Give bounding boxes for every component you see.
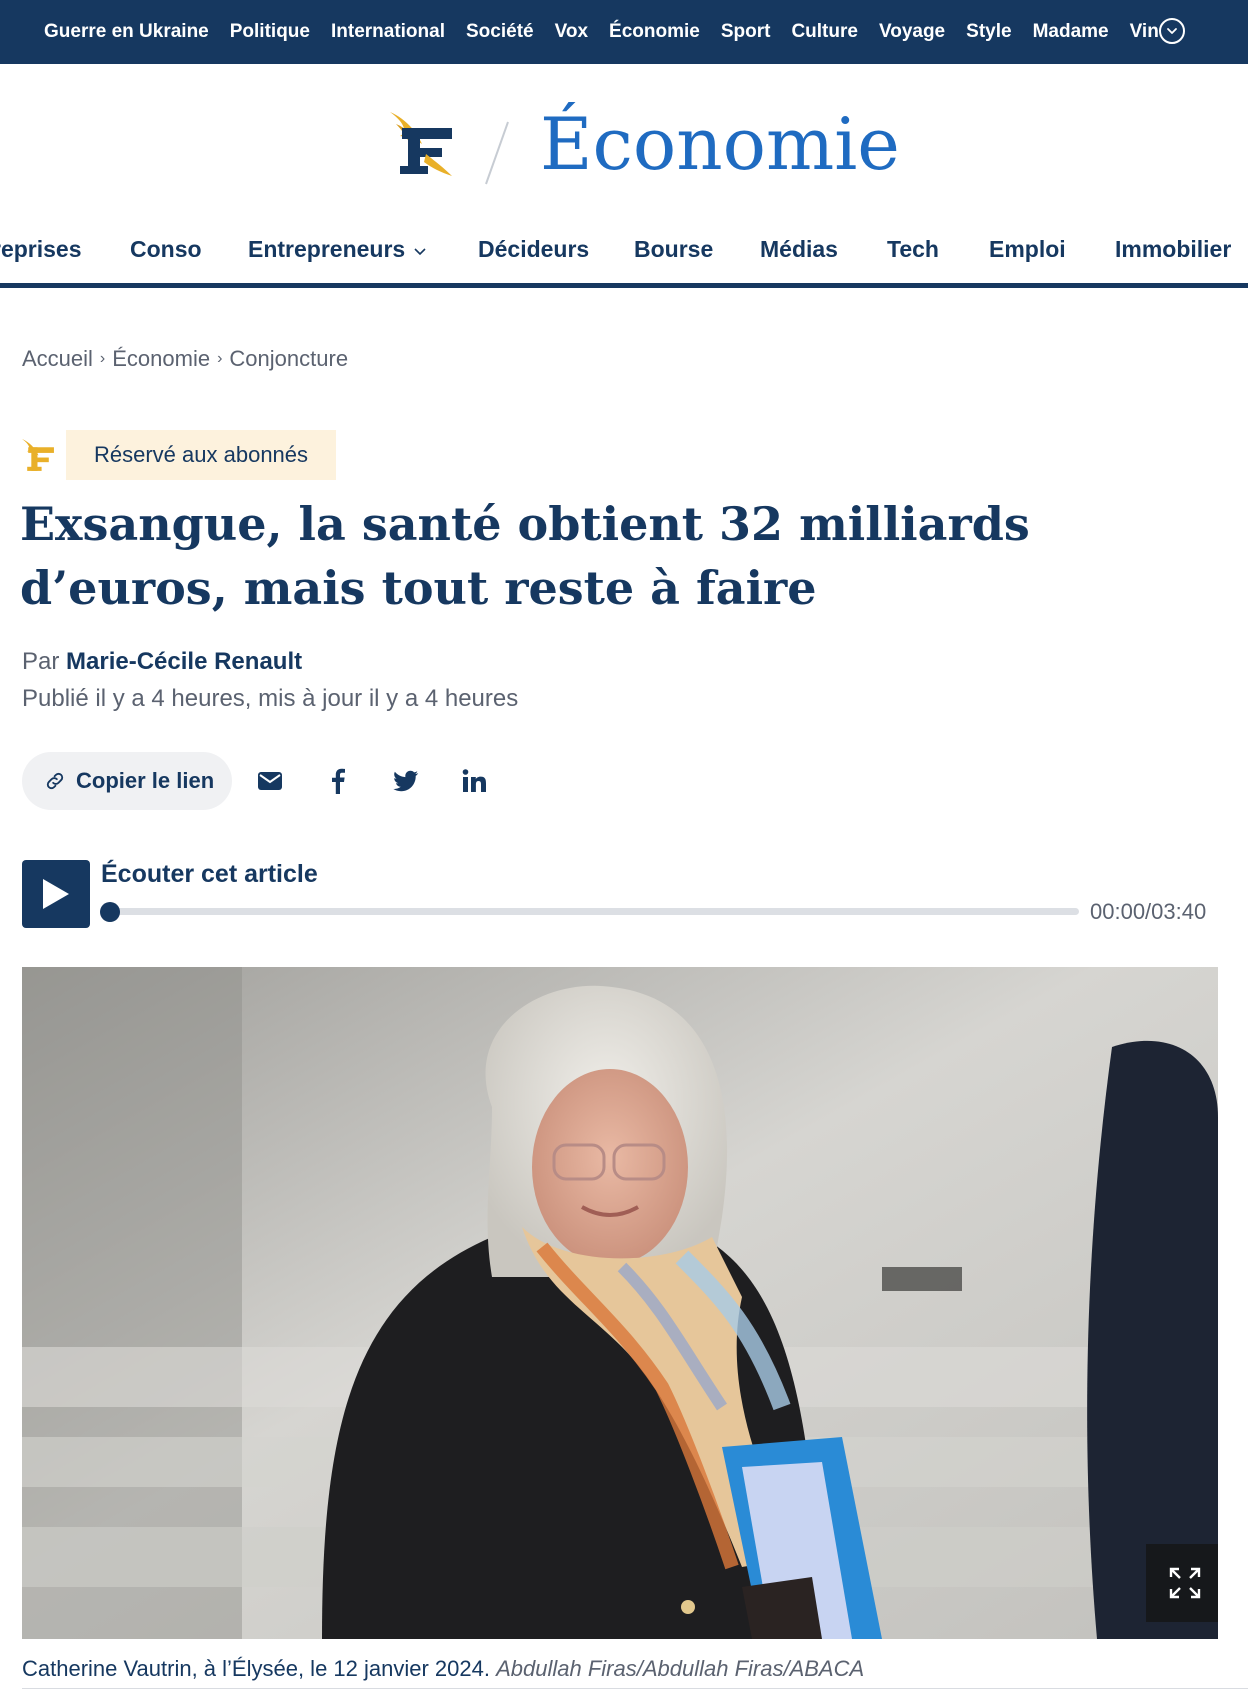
breadcrumb: Accueil › Économie › Conjoncture bbox=[22, 346, 348, 372]
subnav-item-entrepreneurs[interactable]: Entrepreneurs bbox=[248, 236, 427, 263]
topnav-item-style[interactable]: Style bbox=[966, 21, 1011, 43]
audio-progress-handle[interactable] bbox=[100, 902, 120, 922]
topnav-item-politique[interactable]: Politique bbox=[230, 21, 310, 43]
photo-catherine-vautrin bbox=[22, 967, 1218, 1639]
copy-link-label: Copier le lien bbox=[76, 768, 215, 793]
topnav-item-guerre-en-ukraine[interactable]: Guerre en Ukraine bbox=[44, 21, 209, 43]
author-link[interactable]: Marie-Cécile Renault bbox=[66, 648, 302, 675]
subnav-item-decideurs[interactable]: Décideurs bbox=[478, 236, 589, 263]
topnav-item-economie[interactable]: Économie bbox=[609, 21, 700, 43]
subnav-item-entreprises[interactable]: reprises bbox=[0, 236, 82, 263]
chevron-right-icon: › bbox=[99, 350, 106, 367]
byline-prefix: Par bbox=[22, 648, 60, 675]
chevron-down-icon bbox=[414, 248, 426, 256]
subnav-item-tech[interactable]: Tech bbox=[887, 236, 939, 263]
audio-progress-track[interactable] bbox=[101, 908, 1079, 915]
breadcrumb-accueil[interactable]: Accueil bbox=[22, 346, 93, 372]
photo-caption: Catherine Vautrin, à l’Élysée, le 12 jan… bbox=[22, 1656, 864, 1682]
chevron-down-circle-icon[interactable] bbox=[1159, 18, 1185, 44]
top-navigation-items: Guerre en Ukraine Politique Internationa… bbox=[44, 0, 1180, 64]
topnav-item-madame[interactable]: Madame bbox=[1033, 21, 1109, 43]
top-navigation-bar: Guerre en Ukraine Politique Internationa… bbox=[0, 0, 1248, 64]
chevron-right-icon: › bbox=[217, 350, 223, 367]
subnav-item-immobilier[interactable]: Immobilier bbox=[1115, 236, 1231, 263]
twitter-icon[interactable] bbox=[391, 766, 421, 796]
subnav-item-emploi[interactable]: Emploi bbox=[989, 236, 1066, 263]
article-title: Exsangue, la santé obtient 32 milliards … bbox=[20, 497, 1030, 615]
article-photo[interactable] bbox=[22, 967, 1218, 1639]
play-button[interactable] bbox=[22, 860, 90, 928]
byline: Par Marie-Cécile Renault bbox=[22, 648, 302, 676]
linkedin-icon[interactable] bbox=[459, 766, 489, 796]
le-figaro-small-logo bbox=[22, 439, 54, 471]
expand-icon[interactable] bbox=[1146, 1544, 1218, 1622]
section-title[interactable]: Économie bbox=[540, 108, 900, 180]
listen-article-label: Écouter cet article bbox=[101, 860, 318, 888]
le-figaro-logo[interactable] bbox=[386, 110, 456, 180]
topnav-item-vox[interactable]: Vox bbox=[555, 21, 588, 43]
photo-credit: Abdullah Firas/Abdullah Firas/ABACA bbox=[496, 1656, 865, 1681]
subnav-item-bourse[interactable]: Bourse bbox=[634, 236, 713, 263]
topnav-item-vin[interactable]: Vin bbox=[1130, 21, 1159, 43]
photo-caption-text: Catherine Vautrin, à l’Élysée, le 12 jan… bbox=[22, 1656, 490, 1681]
subnav-item-entrepreneurs-label: Entrepreneurs bbox=[248, 236, 406, 262]
copy-link-button[interactable]: Copier le lien bbox=[22, 752, 232, 810]
topnav-item-international[interactable]: International bbox=[331, 21, 445, 43]
publication-date: Publié il y a 4 heures, mis à jour il y … bbox=[22, 685, 519, 712]
breadcrumb-conjoncture[interactable]: Conjoncture bbox=[229, 346, 348, 372]
section-header: Économie bbox=[0, 64, 1248, 242]
audio-time: 00:00/03:40 bbox=[1090, 899, 1207, 924]
subnav-item-medias[interactable]: Médias bbox=[760, 236, 838, 263]
topnav-item-sport[interactable]: Sport bbox=[721, 21, 771, 43]
brand-divider bbox=[485, 121, 509, 185]
mail-icon[interactable] bbox=[255, 766, 285, 796]
section-subnavigation: reprises Conso Entrepreneurs Décideurs B… bbox=[0, 230, 1248, 288]
subnav-item-conso[interactable]: Conso bbox=[130, 236, 202, 263]
topnav-item-culture[interactable]: Culture bbox=[791, 21, 858, 43]
subscriber-only-badge: Réservé aux abonnés bbox=[66, 430, 337, 480]
facebook-icon[interactable] bbox=[323, 766, 353, 796]
play-icon bbox=[43, 879, 69, 909]
divider bbox=[22, 1688, 1248, 1692]
topnav-item-societe[interactable]: Société bbox=[466, 21, 534, 43]
link-icon bbox=[46, 772, 64, 790]
breadcrumb-economie[interactable]: Économie bbox=[112, 346, 210, 372]
topnav-item-voyage[interactable]: Voyage bbox=[879, 21, 945, 43]
